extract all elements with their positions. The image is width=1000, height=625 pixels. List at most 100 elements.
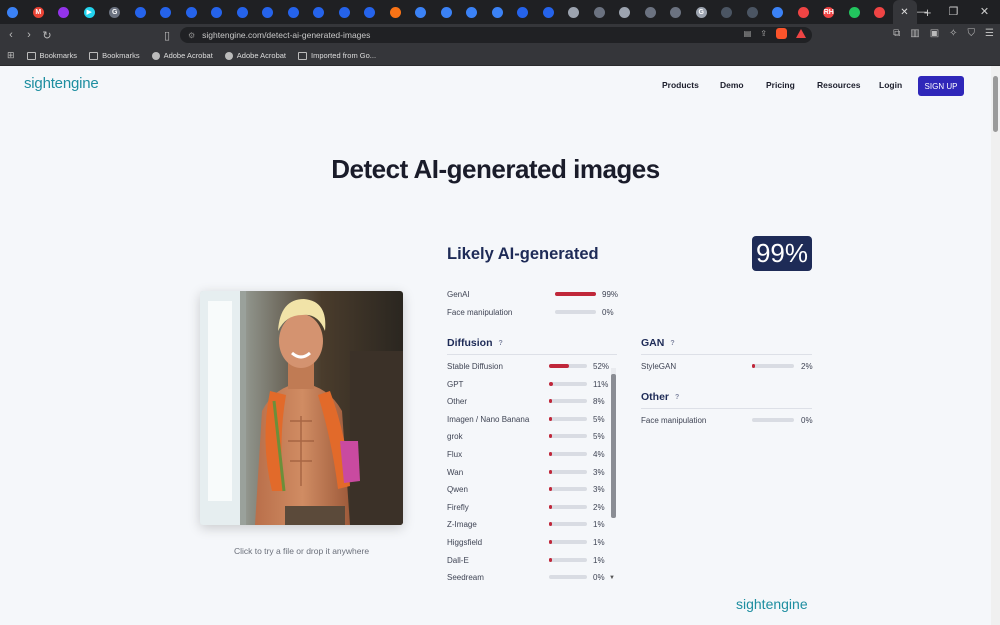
browser-tab[interactable] (408, 0, 434, 24)
browser-tab[interactable] (587, 0, 613, 24)
browser-tab[interactable] (357, 0, 383, 24)
folder-icon (298, 51, 308, 60)
gan-help-icon[interactable]: ? (670, 340, 674, 347)
score-percent: 1% (593, 555, 605, 565)
close-window-icon[interactable]: ✕ (969, 0, 1000, 24)
tab-favicon-icon: G (109, 6, 121, 18)
bookmark-item[interactable]: Adobe Acrobat (151, 51, 213, 60)
leo-ai-icon[interactable]: ✧ (949, 28, 957, 39)
nav-products[interactable]: Products (662, 80, 699, 90)
score-percent: 52% (593, 362, 610, 371)
browser-tab[interactable] (510, 0, 536, 24)
reader-icon[interactable]: ▤ (744, 29, 752, 38)
browser-tab[interactable] (536, 0, 562, 24)
browser-tab[interactable] (153, 0, 179, 24)
extensions-icon[interactable]: ⧉ (893, 28, 900, 39)
share-icon[interactable]: ⇪ (760, 29, 767, 38)
browser-tab[interactable] (765, 0, 791, 24)
score-bar (549, 522, 587, 527)
browser-tab[interactable] (561, 0, 587, 24)
tab-favicon-icon (874, 6, 886, 18)
browser-tab[interactable] (306, 0, 332, 24)
tab-favicon-icon (185, 6, 197, 18)
browser-tab[interactable] (332, 0, 358, 24)
browser-tab[interactable] (714, 0, 740, 24)
diffusion-score-row: Imagen / Nano Banana 5% (447, 414, 613, 426)
browser-tab[interactable]: G (102, 0, 128, 24)
browser-tab[interactable]: M (26, 0, 52, 24)
browser-tab[interactable] (638, 0, 664, 24)
browser-tab[interactable] (740, 0, 766, 24)
browser-tab[interactable] (791, 0, 817, 24)
other-help-icon[interactable]: ? (675, 394, 679, 401)
tab-favicon-icon: G (695, 6, 707, 18)
browser-tab[interactable] (612, 0, 638, 24)
browser-tab[interactable] (51, 0, 77, 24)
vpn-icon[interactable]: ⛉ (968, 28, 976, 39)
tab-favicon-icon (721, 6, 733, 18)
menu-icon[interactable]: ☰ (985, 28, 994, 39)
page-scrollbar[interactable] (991, 66, 1000, 625)
scrollbar-thumb[interactable] (993, 76, 998, 132)
wallet-icon[interactable]: ▣ (930, 28, 939, 39)
minimize-icon[interactable]: — (907, 0, 938, 24)
bookmark-label: Adobe Acrobat (163, 51, 213, 60)
signup-button[interactable]: SIGN UP (918, 76, 964, 96)
browser-tab[interactable] (0, 0, 26, 24)
brave-rewards-icon[interactable] (796, 29, 806, 38)
browser-tab[interactable] (230, 0, 256, 24)
browser-tab[interactable]: G (689, 0, 715, 24)
address-bar[interactable]: ⚙ sightengine.com/detect-ai-generated-im… (180, 27, 812, 43)
bookmark-item[interactable]: Adobe Acrobat (224, 51, 286, 60)
browser-tab[interactable] (255, 0, 281, 24)
nav-pricing[interactable]: Pricing (766, 80, 795, 90)
diffusion-score-row: Qwen 3% (447, 484, 613, 496)
nav-resources[interactable]: Resources (817, 80, 860, 90)
browser-tab[interactable] (867, 0, 893, 24)
score-bar-fill (549, 364, 569, 368)
browser-tab[interactable] (663, 0, 689, 24)
back-icon[interactable]: ‹ (2, 29, 20, 41)
nav-login[interactable]: Login (879, 80, 902, 90)
upload-caption[interactable]: Click to try a file or drop it anywhere (200, 546, 403, 556)
sidebar-icon[interactable]: ▥ (910, 28, 919, 39)
tab-favicon-icon (466, 6, 478, 18)
browser-tab[interactable] (179, 0, 205, 24)
score-bar-fill (549, 452, 552, 456)
score-percent: 1% (593, 520, 605, 530)
bookmark-folder[interactable]: Imported from Go... (298, 51, 376, 60)
apps-grid-icon[interactable]: ⊞ (7, 50, 15, 61)
tab-favicon-icon (287, 6, 299, 18)
nav-demo[interactable]: Demo (720, 80, 744, 90)
browser-tab[interactable] (204, 0, 230, 24)
page-title: Detect AI-generated images (331, 154, 660, 184)
score-badge: 99% (752, 236, 812, 271)
browser-tab[interactable] (485, 0, 511, 24)
brave-shields-icon[interactable] (776, 28, 787, 39)
bookmark-icon[interactable]: ▯ (164, 29, 170, 42)
bookmark-folder[interactable]: Bookmarks (89, 51, 140, 60)
other-score-row: Face manipulation 0% (641, 415, 821, 427)
site-logo[interactable]: sightengine (24, 75, 99, 92)
tab-favicon-icon (338, 6, 350, 18)
overall-score-row: Face manipulation 0% (447, 307, 622, 319)
browser-tab[interactable] (434, 0, 460, 24)
browser-tab[interactable] (459, 0, 485, 24)
browser-tab[interactable] (128, 0, 154, 24)
browser-tab[interactable]: RH (816, 0, 842, 24)
uploaded-image[interactable] (200, 291, 403, 525)
footer-logo[interactable]: sightengine (736, 596, 808, 612)
bookmark-item[interactable]: Bookmarks (26, 51, 77, 60)
overall-score-row: GenAI 99% (447, 289, 622, 301)
browser-tab[interactable]: ▶ (77, 0, 103, 24)
maximize-icon[interactable]: ❐ (938, 0, 969, 24)
tab-favicon-icon (568, 6, 580, 18)
forward-icon[interactable]: › (20, 29, 38, 41)
diffusion-score-row: Wan 3% (447, 467, 613, 479)
browser-tab[interactable] (281, 0, 307, 24)
diffusion-help-icon[interactable]: ? (499, 340, 503, 347)
browser-tab[interactable] (842, 0, 868, 24)
site-info-icon[interactable]: ⚙ (188, 31, 195, 40)
browser-tab[interactable] (383, 0, 409, 24)
reload-icon[interactable]: ↻ (38, 29, 56, 42)
